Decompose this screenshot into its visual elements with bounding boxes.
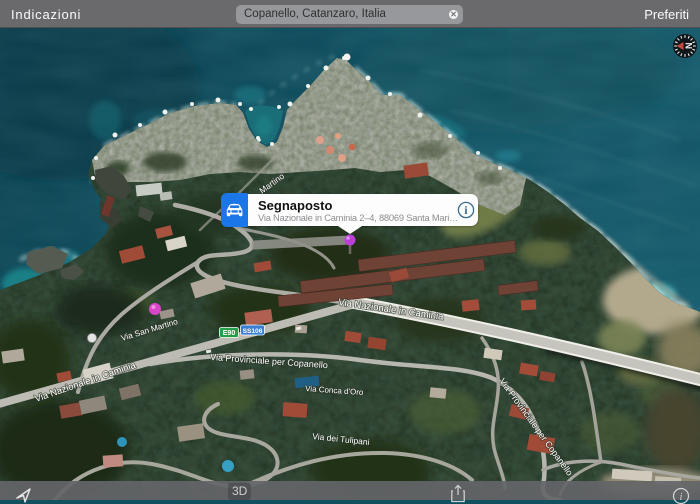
svg-text:N: N xyxy=(684,43,694,50)
svg-text:SS106: SS106 xyxy=(243,328,263,335)
svg-text:i: i xyxy=(680,492,683,503)
svg-text:i: i xyxy=(464,205,468,217)
svg-text:E90: E90 xyxy=(223,330,236,337)
